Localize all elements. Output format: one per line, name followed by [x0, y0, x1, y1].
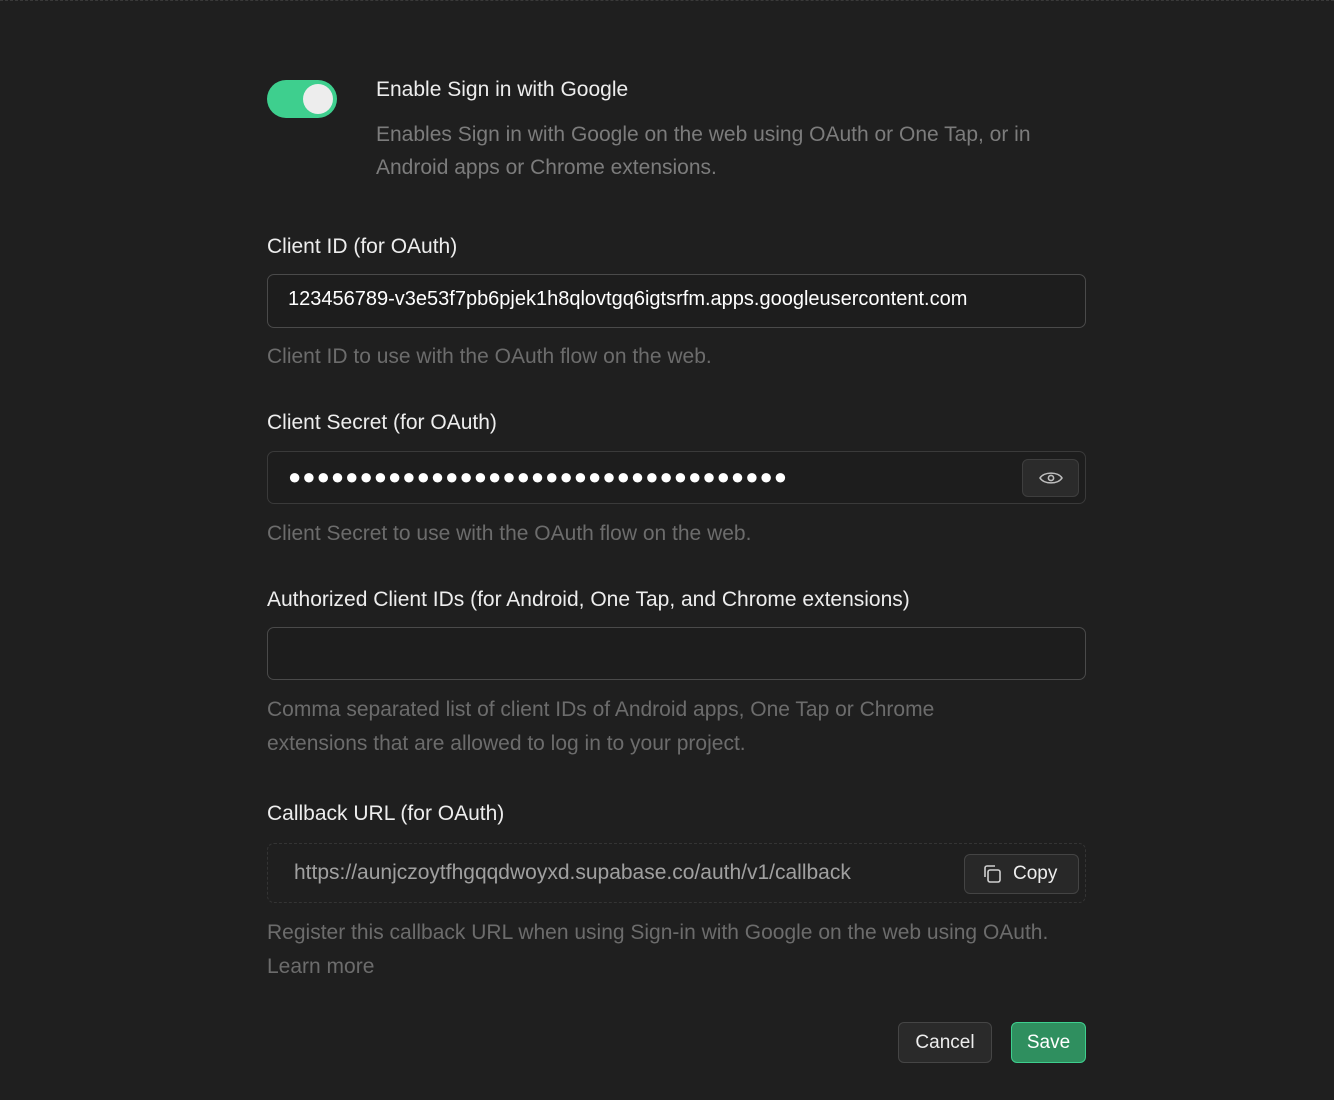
authorized-ids-label: Authorized Client IDs (for Android, One … [267, 588, 910, 611]
reveal-secret-button[interactable] [1022, 459, 1079, 497]
callback-url-label: Callback URL (for OAuth) [267, 802, 505, 825]
toggle-knob [303, 84, 333, 114]
toggle-title: Enable Sign in with Google [376, 78, 629, 101]
copy-button-label: Copy [1013, 863, 1058, 884]
eye-icon [1038, 472, 1063, 484]
callback-url-hint: Register this callback URL when using Si… [267, 921, 1049, 978]
client-secret-input[interactable]: ●●●●●●●●●●●●●●●●●●●●●●●●●●●●●●●●●●● [267, 451, 1086, 504]
copy-icon [984, 865, 1001, 883]
client-id-label: Client ID (for OAuth) [267, 235, 458, 258]
client-id-hint: Client ID to use with the OAuth flow on … [267, 345, 712, 368]
client-id-input[interactable]: 123456789-v3e53f7pb6pjek1h8qlovtgq6igtsr… [267, 274, 1086, 328]
client-id-value: 123456789-v3e53f7pb6pjek1h8qlovtgq6igtsr… [288, 288, 968, 310]
cancel-button[interactable]: Cancel [898, 1022, 992, 1063]
toggle-description: Enables Sign in with Google on the web u… [376, 123, 1031, 179]
authorized-ids-hint: Comma separated list of client IDs of An… [267, 698, 935, 755]
authorized-ids-input[interactable] [267, 627, 1086, 680]
client-secret-label: Client Secret (for OAuth) [267, 411, 497, 434]
callback-url-value: https://aunjczoytfhgqqdwoyxd.supabase.co… [294, 861, 851, 884]
enable-google-toggle[interactable] [267, 80, 337, 118]
client-secret-hint: Client Secret to use with the OAuth flow… [267, 522, 752, 545]
client-secret-value: ●●●●●●●●●●●●●●●●●●●●●●●●●●●●●●●●●●● [288, 464, 789, 489]
copy-button[interactable]: Copy [964, 854, 1079, 894]
callback-url-field: https://aunjczoytfhgqqdwoyxd.supabase.co… [267, 843, 1086, 903]
save-button[interactable]: Save [1011, 1022, 1086, 1063]
top-divider [0, 0, 1334, 2]
